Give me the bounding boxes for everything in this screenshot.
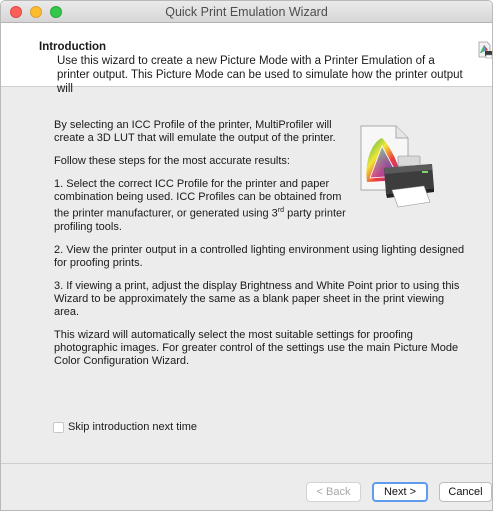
window-title: Quick Print Emulation Wizard: [165, 5, 328, 19]
steps-intro: Follow these steps for the most accurate…: [54, 155, 290, 167]
step-1: 1. Select the correct ICC Profile for th…: [54, 178, 354, 234]
skip-introduction-label[interactable]: Skip introduction next time: [68, 421, 197, 433]
cancel-button[interactable]: Cancel: [439, 482, 492, 502]
header-title: Introduction: [39, 41, 107, 53]
skip-introduction-checkbox[interactable]: [53, 421, 64, 433]
back-button[interactable]: < Back: [306, 482, 361, 502]
closing-paragraph: This wizard will automatically select th…: [54, 328, 459, 367]
title-bar[interactable]: Quick Print Emulation Wizard: [1, 1, 492, 23]
step-3: 3. If viewing a print, adjust the displa…: [54, 279, 460, 318]
skip-introduction-option[interactable]: Skip introduction next time: [53, 421, 197, 433]
icc-profile-printer-icon: [360, 125, 434, 208]
printer-profile-icon: [478, 41, 492, 59]
header-description: Use this wizard to create a new Picture …: [57, 55, 463, 95]
footer-divider: [1, 463, 492, 464]
intro-paragraph: By selecting an ICC Profile of the print…: [54, 119, 336, 144]
next-button[interactable]: Next >: [372, 482, 428, 502]
wizard-window: Quick Print Emulation Wizard Introductio…: [0, 0, 493, 511]
step-2: 2. View the printer output in a controll…: [54, 243, 465, 269]
wizard-header: Introduction Use this wizard to create a…: [1, 23, 492, 95]
